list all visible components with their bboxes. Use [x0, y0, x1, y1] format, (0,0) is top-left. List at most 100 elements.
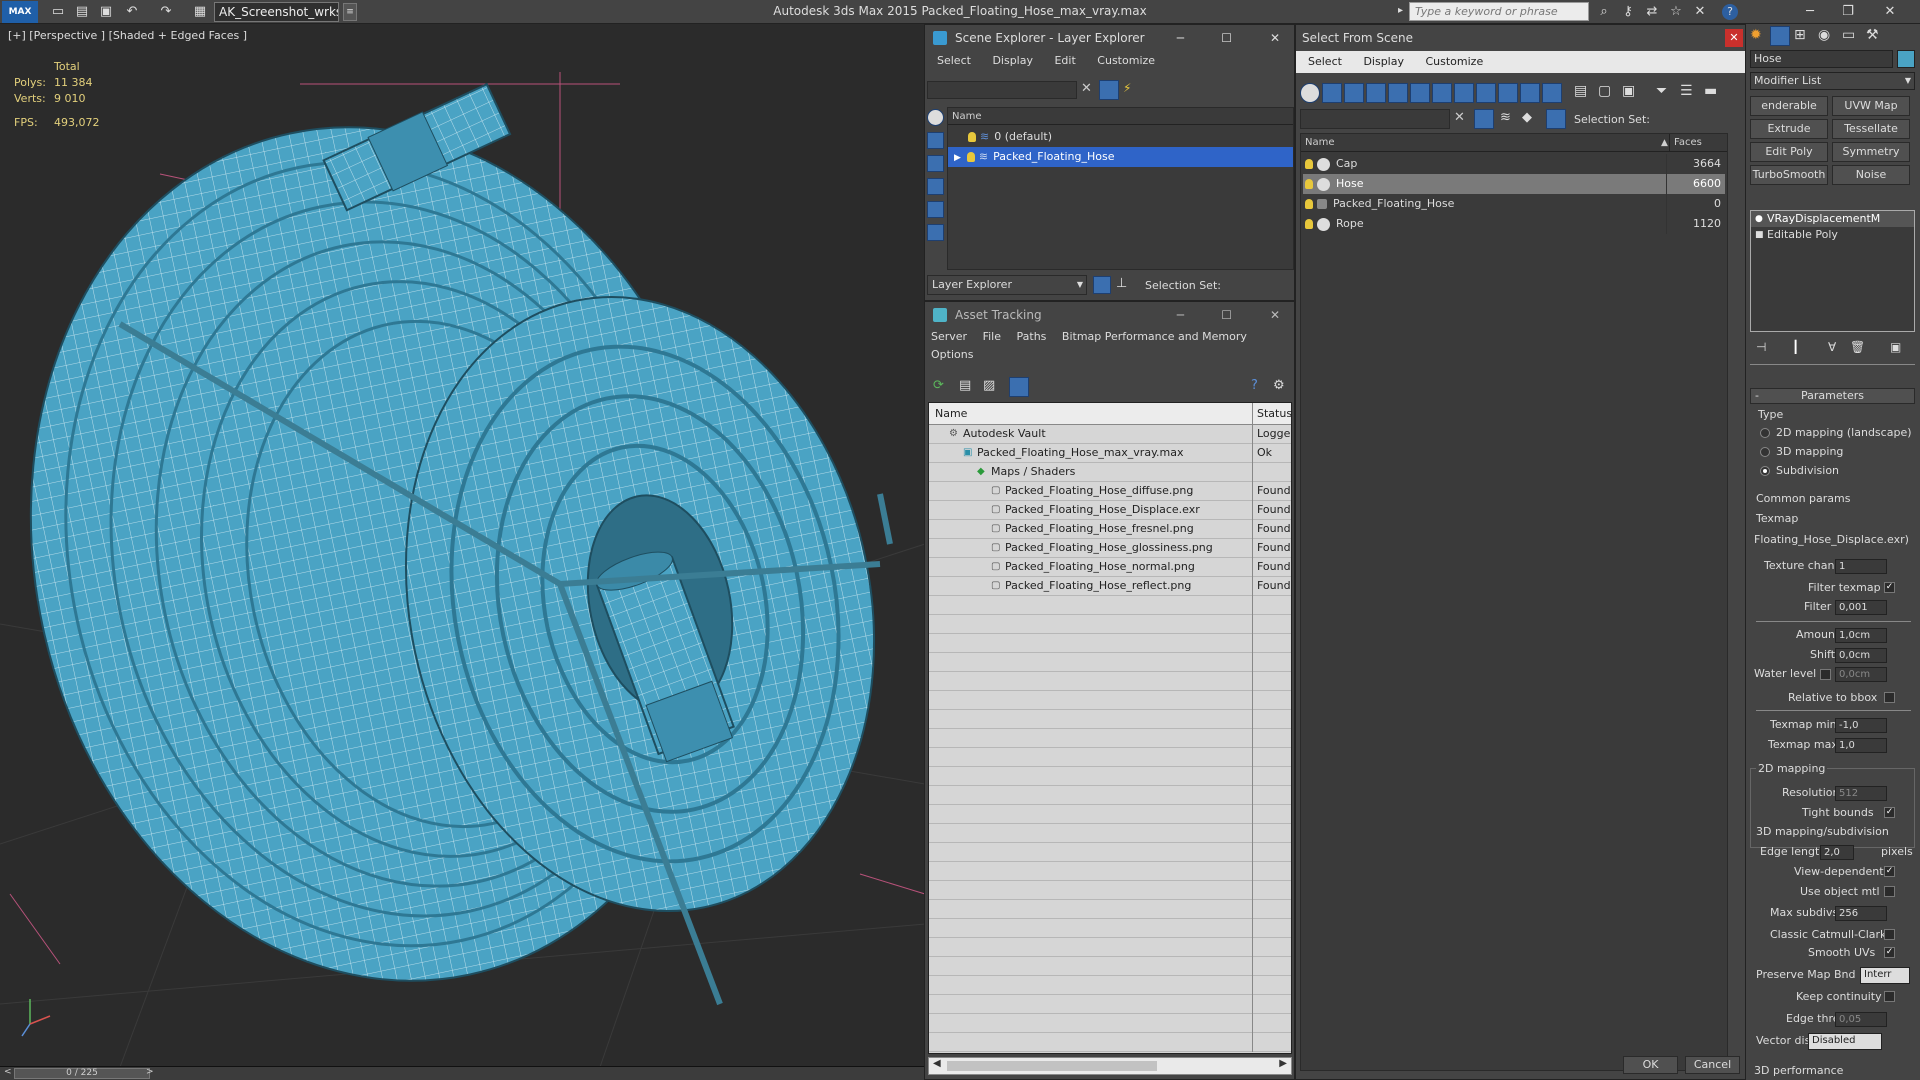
modifier-button-turbosmooth[interactable]: TurboSmooth — [1750, 165, 1828, 185]
layers-icon[interactable]: ≋ — [1500, 110, 1511, 125]
help-search-input[interactable]: Type a keyword or phrase — [1409, 2, 1589, 21]
settings-icon[interactable]: ⚙ — [1273, 378, 1285, 393]
menu-file[interactable]: File — [983, 330, 1001, 343]
object-color-swatch[interactable] — [1897, 50, 1915, 68]
exchange-icon[interactable]: ⇄ — [1642, 3, 1662, 21]
object-row[interactable]: Hose 6600 — [1303, 174, 1725, 194]
configure-sets-icon[interactable]: ▣ — [1890, 340, 1901, 354]
type-subdivision-radio[interactable] — [1760, 466, 1770, 476]
object-name-input[interactable]: Hose — [1750, 50, 1893, 68]
tree-header[interactable]: Name — [948, 108, 1293, 125]
modifier-button-uvw-map[interactable]: UVW Map — [1832, 96, 1910, 116]
light-bulb-icon[interactable] — [1305, 179, 1313, 189]
refresh-icon[interactable]: ⟳ — [933, 378, 944, 393]
filter-cameras-icon[interactable] — [1366, 83, 1386, 103]
help-icon[interactable]: ? — [1722, 4, 1738, 20]
display-tab-icon[interactable]: ▭ — [1842, 27, 1855, 43]
thumbnail-view-icon[interactable]: ▨ — [983, 378, 995, 393]
sort-layers-icon[interactable]: ◆ — [1522, 110, 1532, 125]
show-end-result-icon[interactable]: ┃ — [1792, 340, 1799, 354]
filter-groups-icon[interactable] — [1432, 83, 1452, 103]
scene-explorer-search-input[interactable] — [927, 81, 1077, 99]
time-slider[interactable]: < 0 / 225 > — [0, 1066, 925, 1080]
water-level-checkbox[interactable] — [1820, 669, 1831, 680]
help-icon[interactable]: ? — [1251, 378, 1258, 393]
texmap-min-spinner[interactable]: -1,0 — [1835, 718, 1887, 733]
menu-customize[interactable]: Customize — [1425, 55, 1483, 68]
filter-bones-icon[interactable] — [1476, 83, 1496, 103]
filter-blur-spinner[interactable]: 0,001 — [1835, 600, 1887, 615]
sort-ascending-icon[interactable]: ▲ — [1661, 134, 1668, 152]
pin-stack-icon[interactable]: ⊣ — [1756, 340, 1766, 354]
scene-explorer-titlebar[interactable]: Scene Explorer - Layer Explorer ─ ☐ ✕ — [925, 25, 1294, 51]
maximize-icon[interactable]: ☐ — [1221, 25, 1232, 51]
filter-texmap-checkbox[interactable]: ✓ — [1884, 582, 1895, 593]
minimize-icon[interactable]: ─ — [1800, 3, 1820, 21]
asset-row[interactable]: ▣ Packed_Floating_Hose_max_vray.max Ok — [929, 444, 1291, 463]
hierarchy-view-icon[interactable]: ⊥ — [1116, 276, 1127, 291]
select-all-icon[interactable]: ▤ — [1574, 83, 1587, 99]
create-tab-icon[interactable]: ✹ — [1750, 27, 1762, 43]
filter-geometry-icon[interactable] — [1300, 83, 1320, 103]
clear-search-icon[interactable]: ✕ — [1081, 81, 1092, 96]
tight-bounds-checkbox[interactable]: ✓ — [1884, 807, 1895, 818]
display-layers-icon[interactable] — [927, 224, 944, 241]
scroll-thumb[interactable] — [947, 1061, 1157, 1071]
type-3d-mapping-radio[interactable] — [1760, 447, 1770, 457]
filter-hidden-icon[interactable] — [1542, 83, 1562, 103]
menu-select[interactable]: Select — [1308, 55, 1342, 68]
search-arrow-icon[interactable]: ▸ — [1398, 5, 1403, 16]
time-next-icon[interactable]: > — [146, 1067, 154, 1077]
select-from-scene-titlebar[interactable]: Select From Scene ✕ — [1296, 25, 1745, 51]
asset-row[interactable]: ▢ Packed_Floating_Hose_glossiness.png Foun… — [929, 539, 1291, 558]
classic-catmull-clark-checkbox[interactable] — [1884, 929, 1895, 940]
utilities-tab-icon[interactable]: ⚒ — [1866, 27, 1879, 43]
collapse-rollout-icon[interactable]: - — [1755, 389, 1759, 403]
view-dependent-checkbox[interactable]: ✓ — [1884, 866, 1895, 877]
col-name-header[interactable]: Name — [929, 407, 967, 420]
perspective-viewport[interactable]: [+] [Perspective ] [Shaded + Edged Faces… — [0, 24, 925, 1067]
close-icon[interactable]: ✕ — [1270, 302, 1280, 328]
scroll-left-icon[interactable]: ◀ — [933, 1058, 941, 1069]
menu-edit[interactable]: Edit — [1054, 54, 1075, 67]
layers-view-icon[interactable] — [1093, 276, 1111, 294]
display-none-icon[interactable] — [927, 109, 944, 126]
filter-frozen-icon[interactable] — [1520, 83, 1540, 103]
modifier-list-dropdown[interactable]: Modifier List ▼ — [1750, 72, 1915, 90]
resolution-spinner[interactable]: 512 — [1835, 786, 1887, 801]
asset-row[interactable]: ▢ Packed_Floating_Hose_Displace.exr Found — [929, 501, 1291, 520]
edge-thresh-spinner[interactable]: 0,05 — [1835, 1012, 1887, 1027]
relative-to-bbox-checkbox[interactable] — [1884, 692, 1895, 703]
menu-paths[interactable]: Paths — [1017, 330, 1047, 343]
hierarchy-icon[interactable]: ☰ — [1680, 83, 1693, 99]
select-invert-icon[interactable]: ▣ — [1622, 83, 1635, 99]
select-none-icon[interactable]: ▢ — [1598, 83, 1611, 99]
object-row[interactable]: Packed_Floating_Hose 0 — [1303, 194, 1725, 214]
modifier-button-renderable-spline[interactable]: enderable Spli — [1750, 96, 1828, 130]
light-bulb-icon[interactable] — [966, 152, 975, 162]
amount-spinner[interactable]: 1,0cm — [1835, 628, 1887, 643]
display-cameras-icon[interactable] — [927, 201, 944, 218]
filter-funnel-icon[interactable]: ⏷ — [1656, 83, 1667, 99]
hierarchy-tab-icon[interactable]: ⊞ — [1794, 27, 1806, 43]
asset-row[interactable]: ▢ Packed_Floating_Hose_diffuse.png Found — [929, 482, 1291, 501]
asset-row[interactable]: ▢ Packed_Floating_Hose_fresnel.png Found — [929, 520, 1291, 539]
ok-button[interactable]: OK — [1623, 1056, 1678, 1074]
scroll-right-icon[interactable]: ▶ — [1279, 1058, 1287, 1069]
display-geometry-icon[interactable] — [927, 132, 944, 149]
shift-spinner[interactable]: 0,0cm — [1835, 648, 1887, 663]
water-level-spinner[interactable]: 0,0cm — [1835, 667, 1887, 682]
asset-tracking-scrollbar[interactable]: ◀ ▶ — [928, 1057, 1292, 1075]
light-bulb-icon[interactable] — [968, 132, 976, 142]
max-subdivs-spinner[interactable]: 256 — [1835, 906, 1887, 921]
modifier-button-edit-poly[interactable]: Edit Poly — [1750, 142, 1828, 162]
object-row[interactable]: Cap 3664 — [1303, 154, 1725, 174]
layer-explorer-dropdown[interactable]: Layer Explorer ▼ — [927, 275, 1087, 295]
binoculars-icon[interactable]: ⌕ — [1594, 3, 1614, 21]
close-icon[interactable]: ✕ — [1270, 25, 1280, 51]
minimize-icon[interactable]: ─ — [1177, 25, 1184, 51]
vector-displ-dropdown[interactable]: Disabled — [1808, 1033, 1882, 1050]
stack-item-vray-displacement[interactable]: ● VRayDisplacementM — [1751, 211, 1914, 227]
motion-tab-icon[interactable]: ◉ — [1818, 27, 1830, 43]
find-case-icon[interactable] — [1474, 109, 1494, 129]
